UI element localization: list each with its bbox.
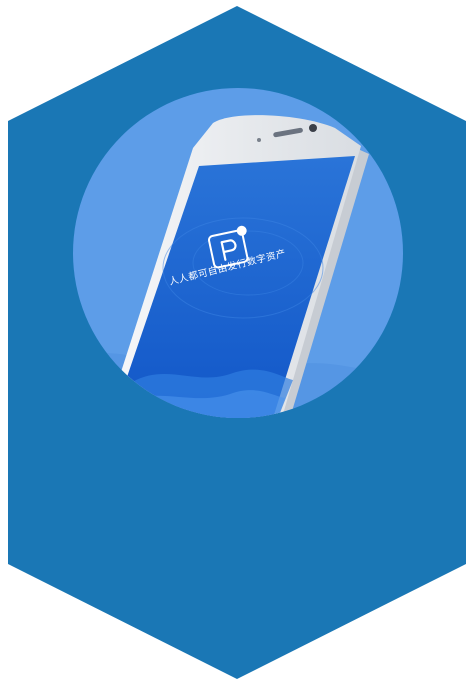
phone-sensor	[257, 138, 261, 142]
phone-drawing	[73, 115, 403, 418]
phone-illustration: 人人都可自由发行数字资产	[73, 88, 403, 418]
stage: 人人都可自由发行数字资产	[0, 0, 466, 683]
phone-camera	[309, 124, 317, 132]
